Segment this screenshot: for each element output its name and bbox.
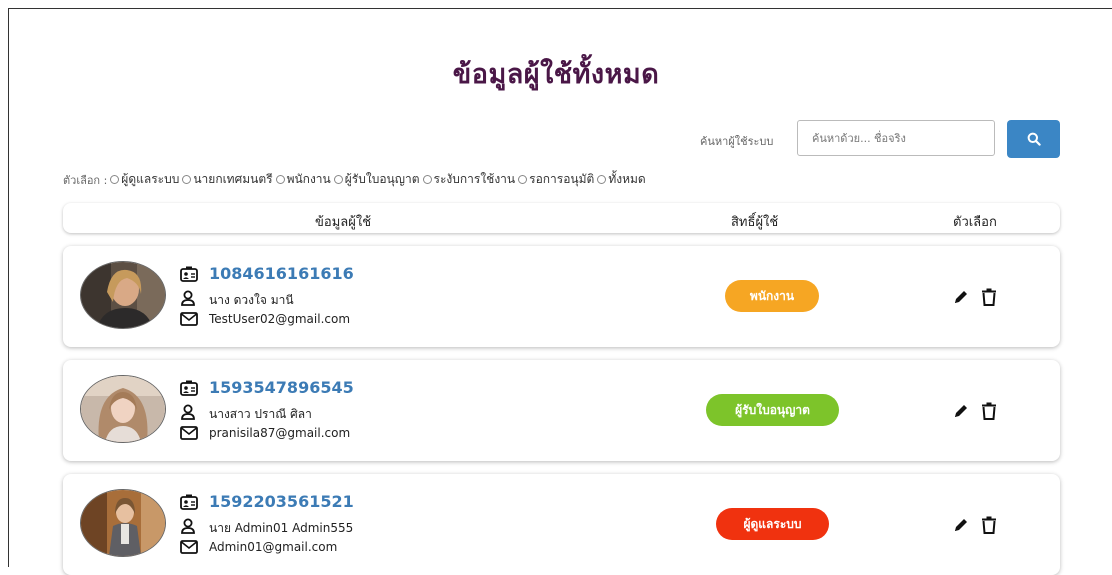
user-card: 1592203561521 นาย Admin01 Admin555 Admin… (63, 474, 1060, 575)
user-email: pranisila87@gmail.com (209, 426, 351, 440)
user-card: 1084616161616 นาง ดวงใจ มานี TestUser02@… (63, 246, 1060, 347)
trash-icon (982, 516, 996, 534)
header-user-role: สิทธิ์ผู้ใช้ (731, 215, 779, 230)
id-card-icon (180, 266, 198, 282)
edit-button[interactable] (952, 516, 970, 538)
person-icon (181, 518, 195, 534)
radio-icon[interactable] (110, 175, 120, 184)
user-id: 1592203561521 (209, 492, 354, 511)
header-options: ตัวเลือก (953, 215, 997, 230)
person-icon (181, 290, 195, 306)
header-user-info: ข้อมูลผู้ใช้ (315, 215, 372, 230)
radio-icon[interactable] (275, 175, 285, 184)
user-card: 1593547896545 นางสาว ปราณี ศิลา pranisil… (63, 360, 1060, 461)
page-title: ข้อมูลผู้ใช้ทั้งหมด (452, 59, 660, 90)
edit-button[interactable] (952, 402, 970, 424)
user-name: นาง ดวงใจ มานี (209, 293, 294, 307)
delete-button[interactable] (981, 516, 997, 538)
radio-icon[interactable] (422, 175, 432, 184)
filter-options: ตัวเลือก : ผู้ดูแลระบบ นายกเทศมนตรี พนัก… (63, 170, 649, 189)
pencil-icon (955, 519, 967, 531)
id-card-icon (180, 380, 198, 396)
role-badge: ผู้ดูแลระบบ (716, 508, 829, 540)
user-id: 1084616161616 (209, 264, 354, 283)
trash-icon (982, 402, 996, 420)
delete-button[interactable] (981, 288, 997, 310)
filter-mayor[interactable]: นายกเทศมนตรี (182, 170, 273, 189)
filter-label: ตัวเลือก : (63, 173, 108, 187)
person-icon (181, 404, 195, 420)
delete-button[interactable] (981, 402, 997, 424)
mail-icon (180, 312, 198, 326)
avatar (80, 261, 166, 329)
search-label: ค้นหาผู้ใช้ระบบ (700, 135, 774, 148)
role-badge: พนักงาน (725, 280, 819, 312)
page-border-top (8, 8, 1112, 9)
id-card-icon (180, 494, 198, 510)
pencil-icon (955, 291, 967, 303)
radio-icon[interactable] (333, 175, 343, 184)
table-header: ข้อมูลผู้ใช้ สิทธิ์ผู้ใช้ ตัวเลือก (63, 203, 1060, 233)
search-button[interactable] (1007, 120, 1060, 158)
mail-icon (180, 540, 198, 554)
user-name: นาย Admin01 Admin555 (209, 521, 354, 535)
edit-button[interactable] (952, 288, 970, 310)
filter-suspended[interactable]: ระงับการใช้งาน (422, 170, 515, 189)
trash-icon (982, 288, 996, 306)
pencil-icon (955, 405, 967, 417)
search-input[interactable] (797, 120, 995, 156)
filter-pending[interactable]: รอการอนุมัติ (518, 170, 594, 189)
role-badge: ผู้รับใบอนุญาต (706, 394, 839, 426)
user-email: Admin01@gmail.com (209, 540, 338, 554)
user-id: 1593547896545 (209, 378, 354, 397)
user-name: นางสาว ปราณี ศิลา (209, 407, 312, 421)
avatar (80, 489, 166, 557)
filter-admin[interactable]: ผู้ดูแลระบบ (110, 170, 179, 189)
radio-icon[interactable] (518, 175, 528, 184)
search-icon (1027, 132, 1041, 146)
filter-staff[interactable]: พนักงาน (275, 170, 331, 189)
radio-icon[interactable] (597, 175, 607, 184)
filter-licensee[interactable]: ผู้รับใบอนุญาต (333, 170, 420, 189)
radio-icon[interactable] (182, 175, 192, 184)
filter-all[interactable]: ทั้งหมด (597, 170, 646, 189)
avatar (80, 375, 166, 443)
mail-icon (180, 426, 198, 440)
user-email: TestUser02@gmail.com (209, 312, 351, 326)
